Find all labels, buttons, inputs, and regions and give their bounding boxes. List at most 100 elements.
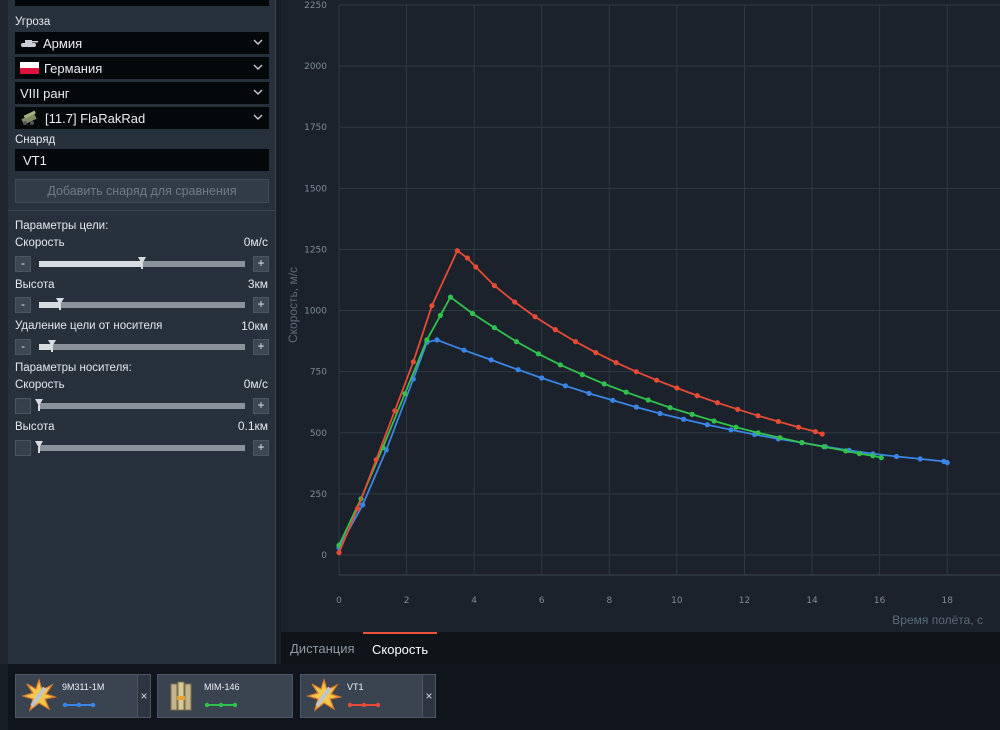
data-point: [373, 457, 379, 463]
rank-value: VIII ранг: [20, 85, 70, 101]
target-params-title: Параметры цели:: [15, 220, 109, 232]
data-point: [613, 360, 619, 366]
data-point: [392, 408, 398, 414]
y-tick-label: 500: [310, 429, 327, 439]
explosion-icon: [21, 678, 57, 712]
projectile-card[interactable]: VT1: [300, 674, 436, 718]
threat-type-dropdown[interactable]: Армия: [15, 32, 269, 54]
carrier-altitude-plus-button[interactable]: +: [253, 440, 269, 456]
data-point: [601, 381, 607, 387]
chevron-down-icon: [253, 114, 263, 120]
y-tick-label: 1750: [304, 123, 327, 133]
data-point: [447, 294, 454, 300]
data-point: [674, 385, 680, 391]
data-point: [819, 431, 825, 437]
carrier-params-title: Параметры носителя:: [15, 362, 132, 374]
data-point: [469, 310, 476, 317]
data-point: [355, 506, 361, 512]
projectile-card[interactable]: MIM-146: [157, 674, 293, 718]
data-point: [623, 389, 629, 395]
carrier-speed-minus-button[interactable]: -: [15, 398, 31, 414]
data-point: [532, 314, 538, 320]
data-point: [473, 264, 479, 270]
series-line-swatch: [62, 702, 96, 708]
target-speed-plus-button[interactable]: +: [253, 256, 269, 272]
shell-label: Снаряд: [15, 134, 56, 146]
data-point: [586, 390, 592, 396]
target-altitude-label: Высота: [15, 279, 55, 291]
target-altitude-minus-button[interactable]: -: [15, 297, 31, 313]
data-point: [562, 383, 568, 389]
flag-icon: [20, 62, 39, 74]
data-point: [491, 283, 497, 289]
data-point: [461, 347, 467, 353]
data-point: [755, 413, 761, 419]
x-tick-label: 0: [336, 596, 342, 606]
data-point: [539, 375, 545, 381]
data-point: [424, 337, 430, 343]
data-point: [728, 427, 734, 433]
target-speed-value: 0м/с: [243, 235, 268, 249]
carrier-altitude-slider[interactable]: [35, 441, 245, 453]
y-tick-label: 0: [321, 551, 327, 561]
target-distance-label: Удаление цели от носителя: [15, 320, 163, 332]
data-point: [812, 429, 819, 435]
carrier-speed-plus-button[interactable]: +: [253, 398, 269, 414]
data-point: [464, 255, 470, 261]
target-distance-minus-button[interactable]: -: [15, 339, 31, 355]
chevron-down-icon: [253, 39, 263, 45]
carrier-altitude-minus-button[interactable]: -: [15, 440, 31, 456]
top-dropdown-partial[interactable]: [15, 0, 269, 6]
remove-projectile-button[interactable]: ×: [137, 674, 151, 718]
data-point: [689, 411, 695, 417]
window-edge: [0, 0, 8, 664]
rank-dropdown[interactable]: VIII ранг: [15, 82, 269, 104]
threat-label: Угроза: [15, 16, 51, 28]
data-point: [856, 451, 863, 457]
tab-speed[interactable]: Скорость: [363, 632, 438, 664]
target-speed-label: Скорость: [15, 237, 65, 249]
add-shell-button[interactable]: Добавить снаряд для сравнения: [15, 179, 269, 203]
vehicle-dropdown[interactable]: [11.7] FlaRakRad: [15, 107, 269, 129]
chart-ticks: 0 250 500 750 1000 1250 1500 1750 2000 2250 0 2 4 6 8 1…: [304, 1, 953, 606]
data-point: [633, 369, 639, 375]
shell-field[interactable]: VT1: [15, 149, 269, 171]
target-speed-minus-button[interactable]: -: [15, 256, 31, 272]
chart-tabs: Дистанция Скорость: [281, 632, 1000, 664]
data-point: [799, 440, 805, 446]
carrier-altitude-value: 0.1км: [237, 419, 268, 433]
data-point: [552, 327, 558, 333]
threat-type-value: Армия: [43, 35, 83, 51]
projectile-name: MIM-146: [204, 682, 240, 692]
data-point: [512, 299, 518, 305]
data-point: [535, 351, 541, 357]
target-speed-slider[interactable]: [39, 257, 245, 269]
data-point: [711, 418, 717, 424]
projectile-card[interactable]: 9M311-1M: [15, 674, 151, 718]
x-tick-label: 14: [806, 596, 818, 606]
projectile-name: VT1: [347, 682, 364, 692]
data-point: [870, 453, 876, 459]
y-tick-label: 2250: [304, 1, 327, 11]
target-distance-slider[interactable]: [39, 340, 245, 352]
x-tick-label: 2: [404, 596, 410, 606]
data-point: [579, 372, 585, 378]
target-altitude-plus-button[interactable]: +: [253, 297, 269, 313]
tab-distance[interactable]: Дистанция: [281, 632, 364, 664]
data-point: [843, 448, 849, 454]
vehicle-value: [11.7] FlaRakRad: [45, 110, 146, 126]
data-point: [429, 303, 435, 309]
target-altitude-slider[interactable]: [39, 298, 245, 310]
data-point: [755, 430, 761, 436]
x-tick-label: 8: [606, 596, 612, 606]
x-tick-label: 4: [471, 596, 477, 606]
remove-projectile-button[interactable]: ×: [422, 674, 436, 718]
series-line: [338, 338, 948, 549]
nation-dropdown[interactable]: Германия: [15, 57, 269, 79]
carrier-speed-label: Скорость: [15, 379, 65, 391]
target-distance-plus-button[interactable]: +: [253, 339, 269, 355]
data-point: [410, 359, 416, 365]
carrier-speed-slider[interactable]: [35, 399, 245, 411]
data-point: [714, 400, 720, 406]
data-point: [694, 393, 700, 399]
